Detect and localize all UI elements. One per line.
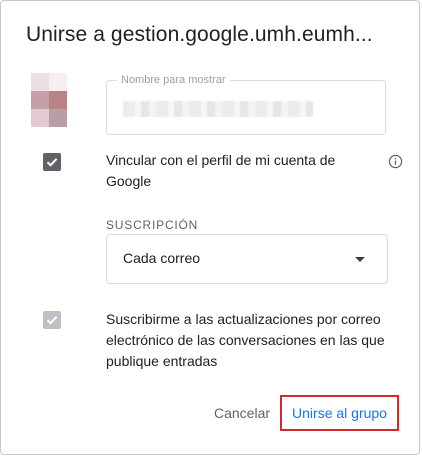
display-name-label: Nombre para mostrar xyxy=(117,73,230,87)
link-profile-checkbox[interactable] xyxy=(43,153,61,171)
email-updates-checkbox[interactable] xyxy=(43,311,61,329)
subscription-label: SUSCRIPCIÓN xyxy=(106,218,199,232)
avatar-pixel xyxy=(31,73,49,91)
avatar-pixel xyxy=(49,73,67,91)
avatar-pixel xyxy=(31,91,49,109)
display-name-value-redacted xyxy=(123,101,313,117)
join-group-dialog: Unirse a gestion.google.umh.eumh... Nomb… xyxy=(0,0,420,455)
email-updates-label: Suscribirme a las actualizaciones por co… xyxy=(106,311,385,369)
avatar-pixel xyxy=(49,91,67,109)
display-name-field[interactable]: Nombre para mostrar xyxy=(106,73,386,135)
avatar-pixel xyxy=(31,109,49,127)
link-profile-label: Vincular con el perfil de mi cuenta de G… xyxy=(106,152,336,189)
avatar xyxy=(31,73,67,127)
check-icon xyxy=(46,316,58,325)
check-icon xyxy=(46,158,58,167)
subscription-select[interactable]: Cada correo xyxy=(106,234,388,284)
subscription-selected-value: Cada correo xyxy=(123,250,201,266)
dialog-title: Unirse a gestion.google.umh.eumh... xyxy=(26,23,373,46)
info-icon[interactable] xyxy=(388,154,403,169)
join-group-button[interactable]: Unirse al grupo xyxy=(280,395,399,431)
avatar-pixel xyxy=(49,109,67,127)
dropdown-arrow-icon xyxy=(355,257,365,262)
cancel-button[interactable]: Cancelar xyxy=(214,403,270,423)
